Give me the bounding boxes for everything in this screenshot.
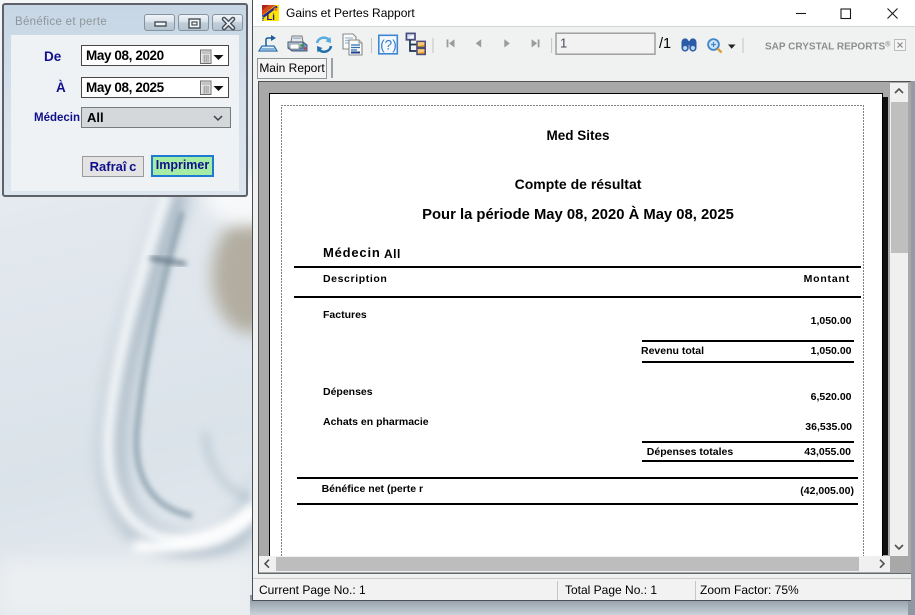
svg-text:SAP CRYSTAL REPORTS®: SAP CRYSTAL REPORTS® [765, 41, 891, 53]
svg-text:Li: Li [267, 12, 275, 21]
svg-text:/1: /1 [659, 36, 671, 52]
svg-text:1: 1 [560, 36, 567, 51]
svg-text:(?): (?) [380, 38, 397, 53]
